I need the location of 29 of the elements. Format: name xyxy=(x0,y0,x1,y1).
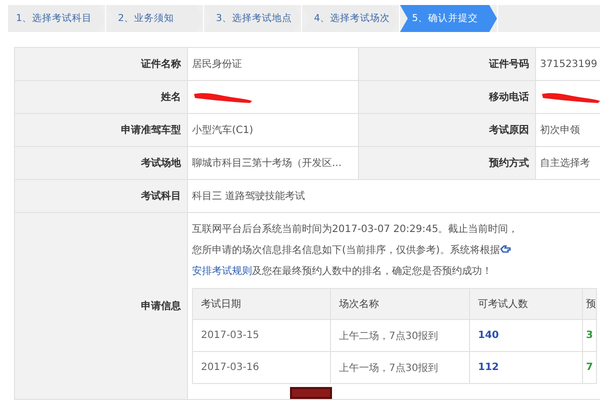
table-cell: 3 xyxy=(582,320,596,352)
field-value: 371523199 xyxy=(536,48,600,80)
table-cell: 上午一场，7点30报到 xyxy=(330,352,470,384)
table-cell: 7 xyxy=(582,352,596,384)
field-label: 考试科目 xyxy=(14,180,188,212)
field-label: 考试场地 xyxy=(14,146,188,180)
column-header: 可考试人数 xyxy=(470,288,582,320)
table-cell: 上午二场，7点30报到 xyxy=(330,320,470,352)
rule-link[interactable]: 安排考试规则 xyxy=(192,266,252,277)
step-tab[interactable]: 5、确认并提交 xyxy=(400,5,497,32)
table-cell: 2017-03-16 xyxy=(192,352,330,384)
field-value: 聊城市科目三第十考场（开发区... xyxy=(188,146,358,180)
table-cell: 140 xyxy=(470,320,582,352)
field-label: 证件名称 xyxy=(14,48,188,80)
notice-text: 互联网平台后台系统当前时间为2017-03-07 20:29:45。截止当前时间， 您所申请的场次信息排名信息如下(当前排序，仅供参考)。系统将根据 安排考试规则及您在最终预约人数中的排名，确定您是否预约成功！ xyxy=(192,222,520,279)
column-header: 预 xyxy=(582,288,596,320)
table-cell: 112 xyxy=(470,352,582,384)
field-label: 申请准驾车型 xyxy=(14,114,188,146)
table-cell: 2017-03-15 xyxy=(192,320,330,352)
field-value: 居民身份证 xyxy=(188,48,358,80)
field-label: 证件号码 xyxy=(358,48,536,80)
field-label: 姓名 xyxy=(14,80,188,114)
field-value: 小型汽车(C1) xyxy=(188,114,358,146)
column-header: 考试日期 xyxy=(192,288,330,320)
field-label: 预约方式 xyxy=(358,146,536,180)
field-label: 移动电话 xyxy=(358,80,536,114)
column-header: 场次名称 xyxy=(330,288,470,320)
field-label: 考试原因 xyxy=(358,114,536,146)
field-label: 申请信息 xyxy=(14,212,188,400)
